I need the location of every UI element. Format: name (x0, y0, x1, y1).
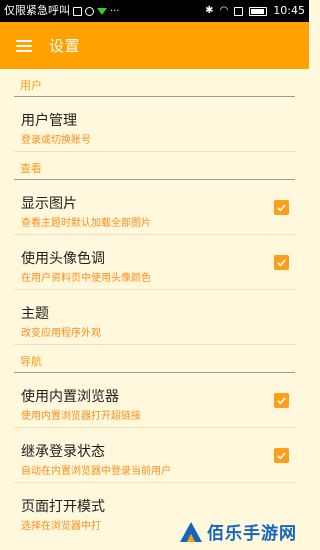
setting-title: 页面打开模式 (21, 499, 105, 515)
watermark-logo-icon (180, 521, 202, 542)
carrier-text: 仅限紧急呼叫 (4, 4, 70, 17)
check-icon (277, 204, 286, 212)
check-icon (277, 259, 286, 267)
setting-subtitle: 登录或切换账号 (21, 135, 91, 146)
setting-subtitle: 查看主题时默认加载全部图片 (21, 218, 151, 229)
section-header-navigation: 导航 (20, 355, 42, 368)
setting-subtitle: 使用内置浏览器打开超链接 (21, 411, 141, 422)
setting-builtin-browser[interactable]: 使用内置浏览器 使用内置浏览器打开超链接 (14, 373, 295, 428)
page-title: 设置 (49, 37, 81, 55)
photo-icon (73, 6, 82, 16)
battery-icon (249, 6, 268, 16)
status-bar: 仅限紧急呼叫 ··· ✱ ◠ 10:45 (0, 0, 309, 22)
settings-list: 用户 用户管理 登录或切换账号 查看 显示图片 查看主题时默认加载全部图片 使用… (0, 69, 309, 538)
download-icon (97, 7, 107, 15)
menu-icon[interactable] (16, 39, 32, 52)
setting-subtitle: 自动在内置浏览器中登录当前用户 (21, 466, 171, 477)
setting-title: 使用头像色调 (21, 251, 105, 267)
section-header-user: 用户 (20, 79, 42, 92)
circle-icon (85, 6, 94, 16)
setting-inherit-login[interactable]: 继承登录状态 自动在内置浏览器中登录当前用户 (14, 428, 295, 483)
setting-subtitle: 改变应用程序外观 (21, 328, 101, 339)
watermark-text: 佰乐手游网 (207, 524, 297, 544)
setting-subtitle: 选择在浏览器中打 (21, 521, 101, 532)
check-icon (277, 397, 286, 405)
more-icon: ··· (110, 5, 120, 17)
setting-title: 继承登录状态 (21, 444, 105, 460)
inherit-login-checkbox[interactable] (274, 448, 289, 463)
setting-title: 使用内置浏览器 (21, 389, 119, 405)
setting-subtitle: 在用户资料页中使用头像颜色 (21, 273, 151, 284)
bluetooth-icon: ✱ (205, 5, 214, 16)
check-icon (277, 452, 286, 460)
app-bar: 设置 (0, 22, 309, 69)
wifi-icon: ◠ (219, 5, 229, 16)
watermark: 佰乐手游网 (179, 519, 297, 544)
section-header-view: 查看 (20, 162, 42, 175)
setting-title: 显示图片 (21, 196, 77, 212)
clock: 10:45 (273, 4, 305, 17)
builtin-browser-checkbox[interactable] (274, 393, 289, 408)
show-images-checkbox[interactable] (274, 200, 289, 215)
setting-title: 主题 (21, 306, 49, 322)
setting-title: 用户管理 (21, 113, 77, 129)
setting-avatar-tint[interactable]: 使用头像色调 在用户资料页中使用头像颜色 (14, 235, 295, 290)
avatar-tint-checkbox[interactable] (274, 255, 289, 270)
setting-theme[interactable]: 主题 改变应用程序外观 (14, 290, 295, 345)
setting-show-images[interactable]: 显示图片 查看主题时默认加载全部图片 (14, 180, 295, 235)
setting-user-management[interactable]: 用户管理 登录或切换账号 (14, 97, 295, 152)
sim-icon (234, 6, 244, 16)
